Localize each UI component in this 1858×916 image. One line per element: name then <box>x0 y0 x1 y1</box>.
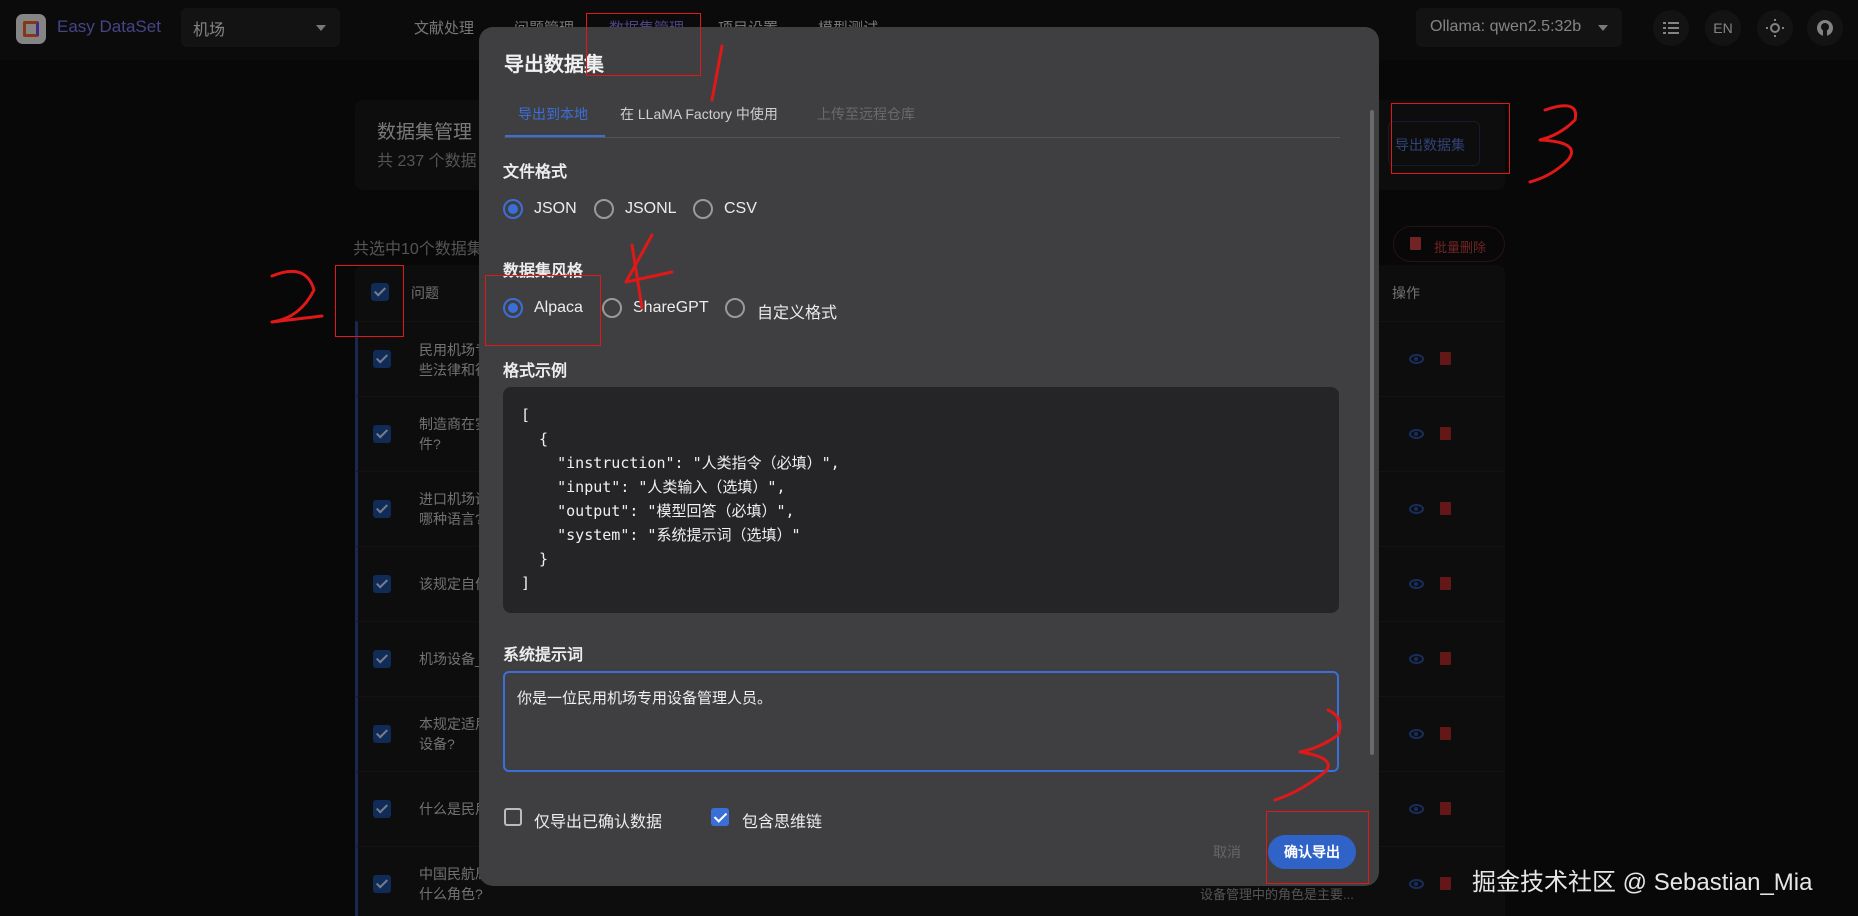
watermark-text: 掘金技术社区 @ Sebastian_Mia <box>1472 869 1813 896</box>
handwritten-annotations-icon <box>270 44 1578 802</box>
